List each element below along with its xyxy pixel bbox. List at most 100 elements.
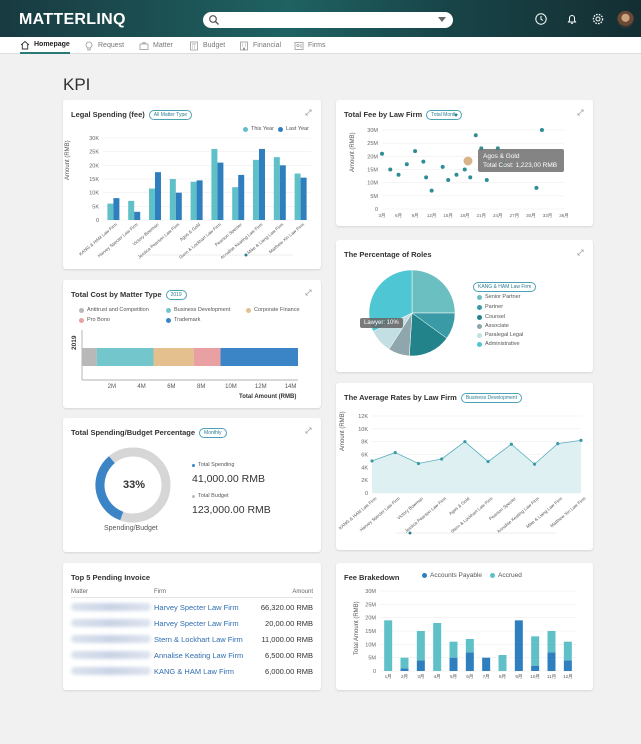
x-tick-label: 3月 (417, 674, 424, 680)
data-point (440, 457, 444, 461)
x-tick-label: 2M (108, 384, 116, 390)
data-point (421, 159, 426, 164)
bar-accounts-payable (531, 665, 540, 671)
bar-accounts-payable (547, 652, 556, 671)
firm-link[interactable]: Harvey Specter Law Firm (154, 603, 239, 612)
data-point (462, 167, 467, 172)
legend-partner: Partner (477, 304, 503, 310)
chevron-down-icon[interactable] (438, 17, 446, 22)
nav-firms[interactable]: Firms (294, 37, 326, 54)
donut-caption: Spending/Budget (104, 525, 158, 532)
bar-segment (193, 348, 221, 366)
nav-budget[interactable]: Budget (189, 37, 225, 54)
table-row[interactable]: Stern & Lockhart Law Firm 11,000.00 RMB (63, 631, 321, 647)
matter-name-redacted (71, 667, 151, 675)
y-tick-label: 20M (367, 154, 378, 160)
x-tick-label: 5月 (450, 674, 457, 680)
y-tick-label: 5K (92, 204, 99, 210)
data-point (416, 461, 421, 466)
bar-segment (96, 348, 154, 366)
x-tick-label: 18月 (460, 213, 470, 219)
amount-value: 66,320.00 RMB (260, 603, 313, 612)
tooltip-value: Total Cost: 1,223,00 RMB (483, 162, 558, 169)
bar (279, 165, 286, 220)
table-row[interactable]: Harvey Specter Law Firm 20,00.00 RMB (63, 615, 321, 631)
clock-icon[interactable] (534, 12, 548, 26)
table-row[interactable]: Harvey Specter Law Firm 66,320.00 RMB (63, 599, 321, 615)
table-row[interactable]: Annalise Keating Law Firm 6,500.00 RMB (63, 647, 321, 663)
legend-total-budget: Total Budget (192, 493, 229, 499)
legend-associate: Associate (477, 323, 509, 329)
matter-name-redacted (71, 619, 151, 627)
x-tick-label: 6月 (395, 213, 402, 219)
legend-dot (477, 294, 482, 300)
bar-accounts-payable (563, 660, 572, 671)
data-point (388, 167, 393, 172)
x-tick-label: 8M (197, 384, 205, 390)
x-tick-label: 3月 (378, 213, 385, 219)
y-tick-label: 5M (368, 656, 376, 662)
x-tick-label: 1月 (385, 674, 392, 680)
bar (196, 180, 203, 220)
firm-link[interactable]: Stern & Lockhart Law Firm (154, 635, 243, 644)
search-bar[interactable] (203, 12, 453, 28)
table-row[interactable]: KANG & HAM Law Firm 6,000.00 RMB (63, 663, 321, 679)
legal-spending-chart: 0 5K 10K 15K 20K 25K 30K KANG & HAM Law FirmHar… (78, 136, 311, 260)
data-point (454, 172, 459, 177)
bar (128, 200, 135, 220)
legend-total-spending: Total Spending (192, 462, 234, 468)
x-tick-label: 9月 (412, 213, 419, 219)
roles-pie-chart (368, 269, 456, 357)
nav-label: Firms (308, 42, 326, 49)
y-tick-label: 25M (367, 141, 378, 147)
app-logo[interactable]: MATTERLINQ (19, 11, 126, 29)
data-point (429, 188, 434, 193)
nav-financial[interactable]: Financial (239, 37, 281, 54)
x-tick-label: KANG & HAM Law Firm (78, 222, 118, 257)
user-avatar[interactable] (617, 11, 634, 28)
nav-matter[interactable]: Matter (139, 37, 173, 54)
nav-homepage[interactable]: Homepage (20, 37, 70, 54)
data-point (424, 175, 429, 180)
search-input[interactable] (221, 14, 421, 26)
y-tick-label: 20M (365, 616, 376, 622)
bar (149, 188, 155, 220)
nav-request[interactable]: Request (84, 37, 124, 54)
bar-accrued (433, 623, 442, 671)
bar-accrued (400, 657, 409, 669)
legend-dot (192, 494, 195, 498)
data-point (534, 185, 539, 190)
roles-card: The Percentage of Roles Lawyer: 10% KANG… (336, 240, 593, 372)
y-tick-label: 20K (89, 163, 99, 169)
gear-icon[interactable] (591, 12, 605, 26)
x-tick-label: 9月 (515, 674, 522, 680)
bar (238, 174, 245, 220)
y-tick-label: 25K (89, 150, 99, 156)
x-tick-label: 4M (137, 384, 145, 390)
bar (253, 159, 259, 220)
bell-icon[interactable] (565, 12, 579, 26)
total-spending-value: 41,000.00 RMB (192, 473, 265, 485)
firm-link[interactable]: KANG & HAM Law Firm (154, 667, 234, 676)
bar (175, 192, 182, 220)
top-bar: MATTERLINQ (0, 0, 641, 37)
data-point (532, 462, 537, 466)
bar-accrued (531, 636, 540, 666)
tooltip-name: Agos & Gold (483, 153, 520, 160)
total-fee-card: Total Fee by Law Firm Total Month Amount … (336, 100, 593, 226)
bar (217, 162, 224, 220)
law-firm-filter[interactable]: KANG & HAM Law Firm (473, 282, 537, 292)
x-tick-label: Agos & Gold (448, 496, 471, 516)
scroll-handle (408, 531, 412, 535)
column-header-matter: Matter (71, 589, 89, 595)
nav-label: Matter (153, 42, 173, 49)
cost-matter-card: Total Cost by Matter Type 2019 Antitrust … (63, 280, 321, 408)
area-fill (372, 440, 581, 493)
y-tick-label: 5M (370, 194, 378, 200)
contacts-icon (294, 41, 304, 50)
fee-breakdown-chart: 0 5M 10M 15M 20M 25M 30M 1月 2月 3月 4月 5月 6月 7月 8月 9月 10月 1… (365, 589, 576, 680)
firm-link[interactable]: Harvey Specter Law Firm (154, 619, 239, 628)
firm-link[interactable]: Annalise Keating Law Firm (154, 651, 243, 660)
x-tick-label: Annalise Keating Law Firm (496, 496, 540, 534)
legend-label: Total Spending (198, 462, 235, 468)
